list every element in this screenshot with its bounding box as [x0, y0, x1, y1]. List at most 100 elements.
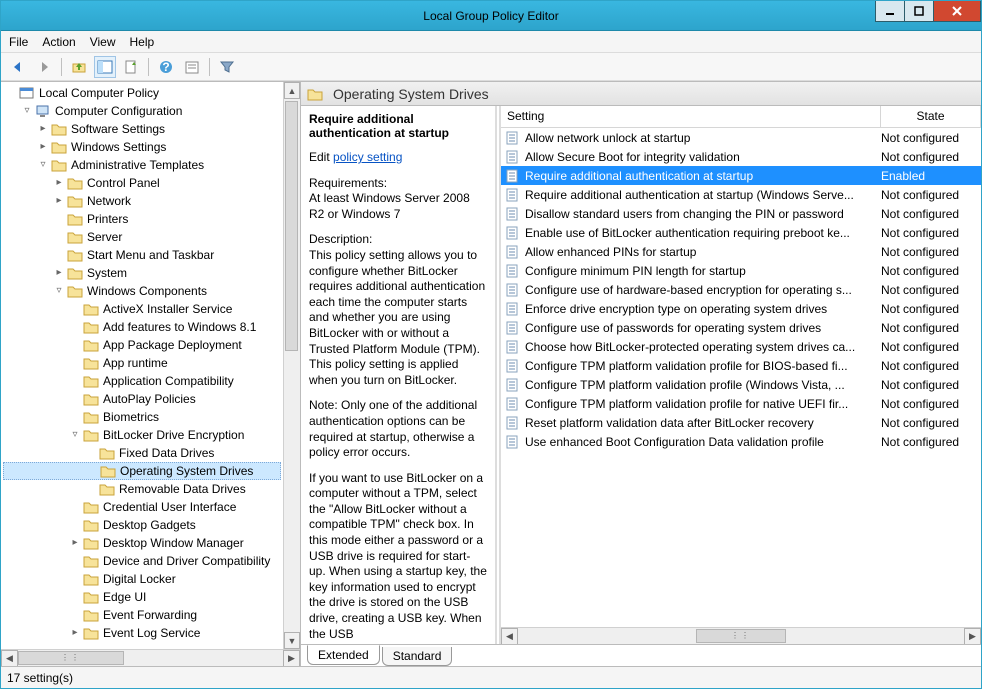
twisty-icon[interactable]: ▿ [69, 429, 81, 441]
col-setting[interactable]: Setting [501, 106, 881, 127]
minimize-button[interactable] [875, 1, 905, 22]
setting-row[interactable]: Enforce drive encryption type on operati… [501, 299, 981, 318]
tree-item[interactable]: Digital Locker [3, 570, 281, 588]
setting-name: Enable use of BitLocker authentication r… [525, 226, 881, 240]
tree-item[interactable]: ▿BitLocker Drive Encryption [3, 426, 281, 444]
twisty-icon[interactable]: ▸ [37, 141, 49, 153]
scroll-left-icon[interactable]: ◀ [1, 650, 18, 667]
list-body[interactable]: Allow network unlock at startupNot confi… [501, 128, 981, 627]
show-hide-tree-icon[interactable] [94, 56, 116, 78]
tree-item[interactable]: ActiveX Installer Service [3, 300, 281, 318]
menu-view[interactable]: View [90, 35, 116, 49]
setting-row[interactable]: Use enhanced Boot Configuration Data val… [501, 432, 981, 451]
tree-item[interactable]: Application Compatibility [3, 372, 281, 390]
folder-icon [83, 500, 99, 514]
twisty-icon[interactable]: ▿ [21, 105, 33, 117]
twisty-icon[interactable]: ▸ [53, 267, 65, 279]
forward-button[interactable] [33, 56, 55, 78]
menu-help[interactable]: Help [130, 35, 155, 49]
maximize-button[interactable] [904, 1, 934, 22]
menu-file[interactable]: File [9, 35, 28, 49]
edit-policy-link[interactable]: policy setting [333, 150, 402, 164]
tree-item[interactable]: Operating System Drives [3, 462, 281, 480]
twisty-icon [69, 375, 81, 387]
setting-row[interactable]: Choose how BitLocker-protected operating… [501, 337, 981, 356]
twisty-icon[interactable]: ▸ [53, 177, 65, 189]
tree-item[interactable]: ▸ Event Log Service [3, 624, 281, 642]
tree-item[interactable]: App runtime [3, 354, 281, 372]
setting-row[interactable]: Configure use of passwords for operating… [501, 318, 981, 337]
up-folder-icon[interactable] [68, 56, 90, 78]
tree-item[interactable]: Event Forwarding [3, 606, 281, 624]
twisty-icon[interactable]: ▿ [53, 285, 65, 297]
twisty-icon[interactable]: ▸ [37, 123, 49, 135]
tree-item[interactable]: Biometrics [3, 408, 281, 426]
tree-item[interactable]: ▸Software Settings [3, 120, 281, 138]
setting-row[interactable]: Disallow standard users from changing th… [501, 204, 981, 223]
help-icon[interactable]: ? [155, 56, 177, 78]
twisty-icon [69, 411, 81, 423]
back-button[interactable] [7, 56, 29, 78]
tree-item[interactable]: Edge UI [3, 588, 281, 606]
tree-item-label: Windows Components [87, 284, 207, 298]
properties-icon[interactable] [181, 56, 203, 78]
scroll-right-icon[interactable]: ▶ [964, 628, 981, 645]
tree-item[interactable]: Start Menu and Taskbar [3, 246, 281, 264]
tree-item-label: Event Forwarding [103, 608, 197, 622]
tree-item[interactable]: Device and Driver Compatibility [3, 552, 281, 570]
setting-row[interactable]: Allow network unlock at startupNot confi… [501, 128, 981, 147]
tree-item[interactable]: ▸Network [3, 192, 281, 210]
list-hscroll[interactable]: ◀ ⋮⋮ ▶ [501, 627, 981, 644]
tree-item[interactable]: ▸Windows Settings [3, 138, 281, 156]
setting-row[interactable]: Allow Secure Boot for integrity validati… [501, 147, 981, 166]
tree-item[interactable]: Server [3, 228, 281, 246]
menu-action[interactable]: Action [42, 35, 75, 49]
twisty-icon[interactable]: ▸ [69, 627, 81, 639]
status-bar: 17 setting(s) [1, 666, 981, 688]
tree-item[interactable]: Fixed Data Drives [3, 444, 281, 462]
scroll-right-icon[interactable]: ▶ [283, 650, 300, 667]
export-list-icon[interactable] [120, 56, 142, 78]
setting-row[interactable]: Require additional authentication at sta… [501, 166, 981, 185]
tree-item[interactable]: ▿ Windows Components [3, 282, 281, 300]
tree-scrollbar[interactable]: ▲ ▼ [283, 82, 300, 649]
setting-row[interactable]: Configure TPM platform validation profil… [501, 375, 981, 394]
twisty-icon[interactable]: ▸ [69, 537, 81, 549]
tree-item[interactable]: Printers [3, 210, 281, 228]
scroll-left-icon[interactable]: ◀ [501, 628, 518, 645]
scroll-down-icon[interactable]: ▼ [284, 632, 300, 649]
tree-item[interactable]: AutoPlay Policies [3, 390, 281, 408]
tree-item[interactable]: ▿Computer Configuration [3, 102, 281, 120]
twisty-icon[interactable]: ▸ [53, 195, 65, 207]
tree-hscroll[interactable]: ◀ ⋮⋮ ▶ [1, 649, 300, 666]
setting-row[interactable]: Enable use of BitLocker authentication r… [501, 223, 981, 242]
close-button[interactable] [933, 1, 981, 22]
tree-item[interactable]: ▿Administrative Templates [3, 156, 281, 174]
setting-row[interactable]: Configure minimum PIN length for startup… [501, 261, 981, 280]
setting-row[interactable]: Require additional authentication at sta… [501, 185, 981, 204]
setting-row[interactable]: Configure TPM platform validation profil… [501, 394, 981, 413]
tree-item[interactable]: ▸System [3, 264, 281, 282]
setting-row[interactable]: Allow enhanced PINs for startupNot confi… [501, 242, 981, 261]
tree-item[interactable]: ▸Desktop Window Manager [3, 534, 281, 552]
setting-row[interactable]: Reset platform validation data after Bit… [501, 413, 981, 432]
tree-item[interactable]: App Package Deployment [3, 336, 281, 354]
filter-icon[interactable] [216, 56, 238, 78]
tree-item[interactable]: Add features to Windows 8.1 [3, 318, 281, 336]
folder-icon [100, 464, 116, 478]
tree-item[interactable]: Local Computer Policy [3, 84, 281, 102]
tree-item[interactable]: Removable Data Drives [3, 480, 281, 498]
twisty-icon[interactable]: ▿ [37, 159, 49, 171]
tree-item[interactable]: ▸Control Panel [3, 174, 281, 192]
folder-icon [83, 428, 99, 442]
tree-scroll[interactable]: Local Computer Policy▿Computer Configura… [1, 82, 283, 649]
col-state[interactable]: State [881, 106, 981, 127]
scroll-up-icon[interactable]: ▲ [284, 82, 300, 99]
setting-row[interactable]: Configure use of hardware-based encrypti… [501, 280, 981, 299]
tree-item-label: Event Log Service [103, 626, 200, 640]
tab-standard[interactable]: Standard [382, 647, 453, 666]
tree-item[interactable]: Credential User Interface [3, 498, 281, 516]
setting-row[interactable]: Configure TPM platform validation profil… [501, 356, 981, 375]
tab-extended[interactable]: Extended [307, 645, 380, 665]
tree-item[interactable]: Desktop Gadgets [3, 516, 281, 534]
